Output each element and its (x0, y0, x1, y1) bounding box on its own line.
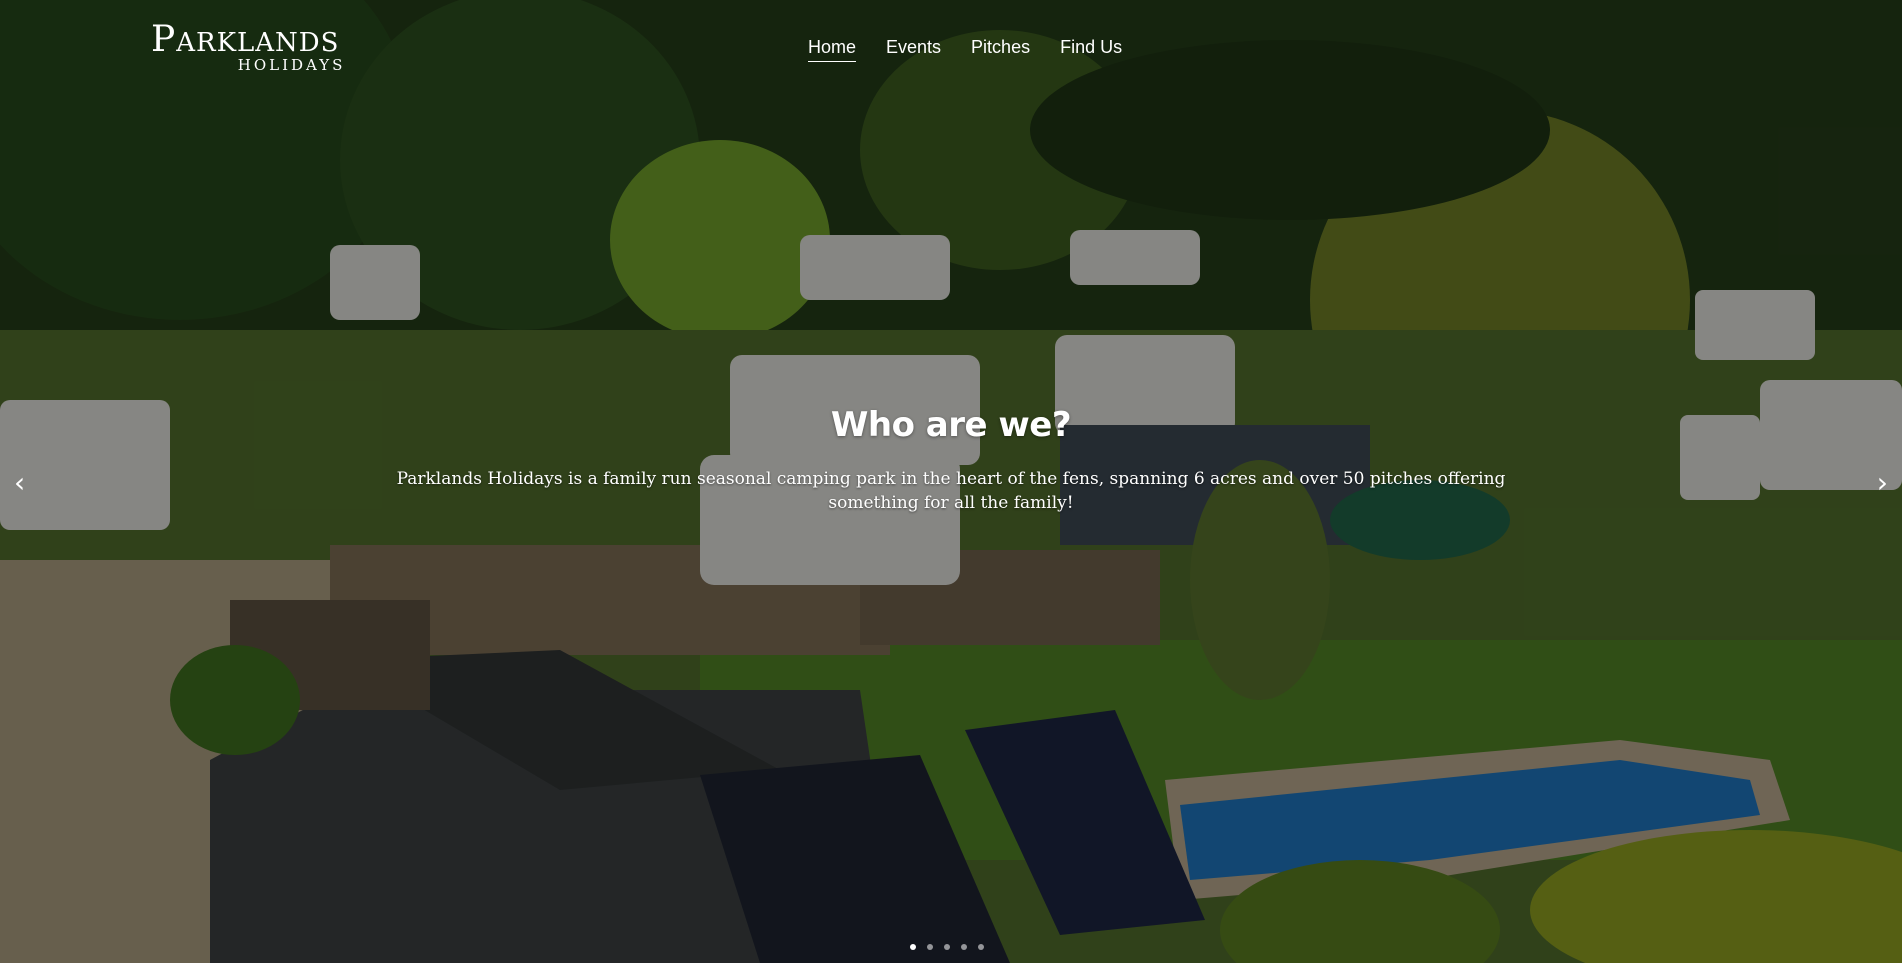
carousel-dot-1[interactable] (910, 944, 916, 950)
logo-subtitle: HOLIDAYS (237, 56, 346, 74)
nav-pitches[interactable]: Pitches (971, 37, 1030, 62)
carousel-dot-2[interactable] (927, 944, 933, 950)
nav-events[interactable]: Events (886, 37, 941, 62)
site-logo[interactable]: PARKLANDS HOLIDAYS (151, 22, 342, 75)
logo-wordmark: PARKLANDS (151, 22, 339, 58)
logo-initial: P (151, 19, 177, 60)
slide-text: Parklands Holidays is a family run seaso… (396, 469, 1506, 513)
carousel-dot-5[interactable] (978, 944, 984, 950)
logo-name: ARKLANDS (176, 28, 340, 58)
carousel-indicators (910, 944, 984, 950)
hero-carousel: PARKLANDS HOLIDAYS Home Events Pitches F… (0, 0, 1902, 963)
carousel-dot-4[interactable] (961, 944, 967, 950)
nav-find-us[interactable]: Find Us (1060, 37, 1122, 62)
main-nav: Home Events Pitches Find Us (808, 37, 1122, 62)
chevron-right-icon[interactable]: › (1877, 466, 1888, 499)
slide-caption: Who are we? Parklands Holidays is a fami… (360, 405, 1542, 515)
chevron-left-icon[interactable]: ‹ (14, 466, 25, 499)
slide-title: Who are we? (830, 405, 1072, 445)
carousel-dot-3[interactable] (944, 944, 950, 950)
nav-home[interactable]: Home (808, 37, 857, 62)
